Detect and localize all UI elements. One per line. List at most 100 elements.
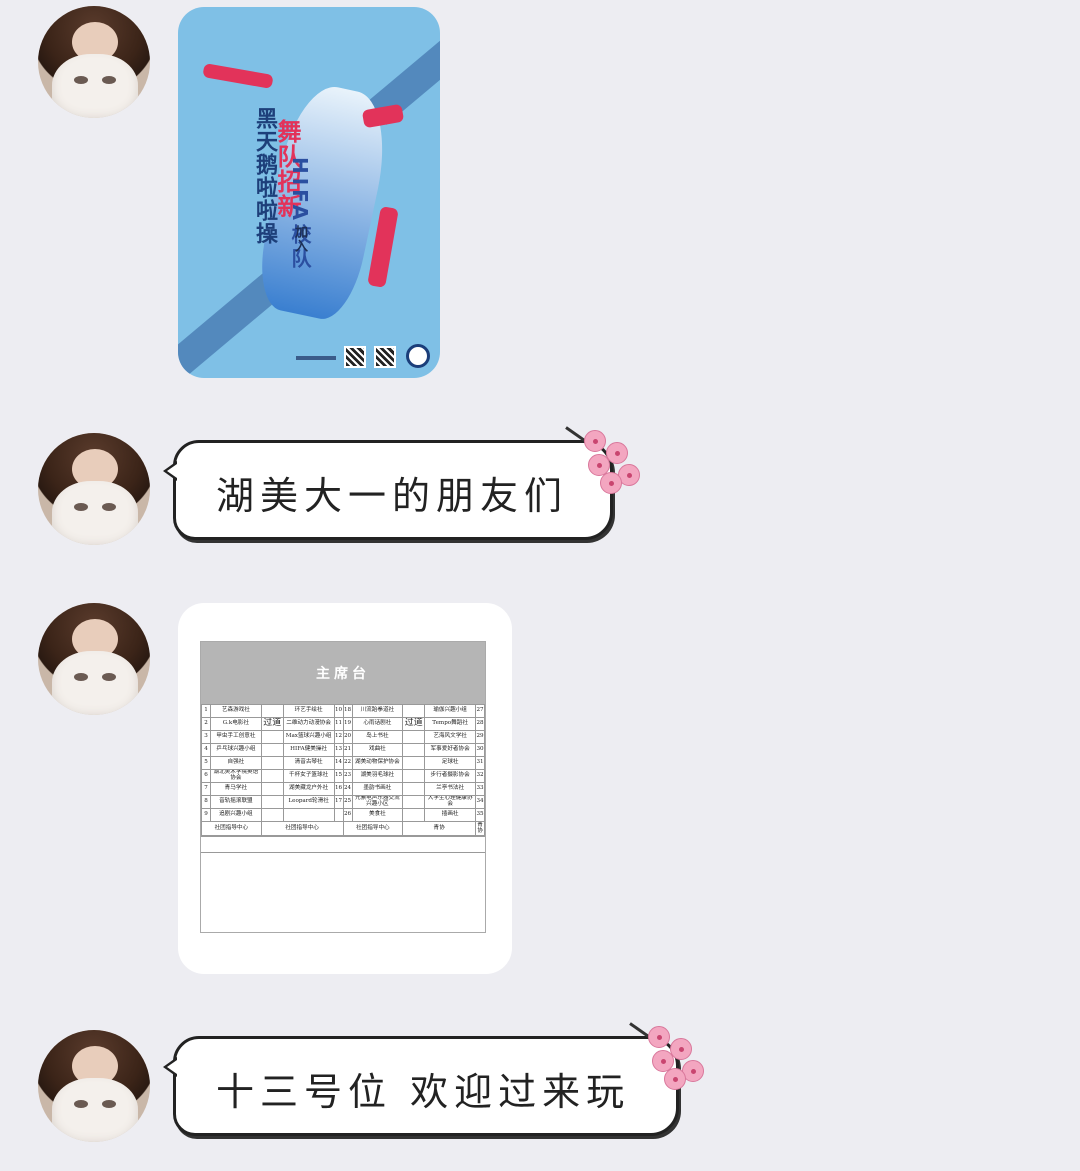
qr-code-icon bbox=[344, 346, 366, 368]
table-cell: 社团指导中心 bbox=[201, 821, 262, 836]
table-cell: 25 bbox=[342, 795, 353, 809]
table-row: 5 自强社 清音古琴社 14 22 湖美动物保护协会 足球社 31 bbox=[201, 756, 485, 770]
table-cell: 青马学社 bbox=[210, 782, 262, 796]
table-cell: Max篮球兴趣小组 bbox=[282, 730, 335, 744]
table-cell: 12 bbox=[333, 730, 344, 744]
table-cell: 26 bbox=[342, 808, 353, 822]
table-cell: 27 bbox=[475, 704, 485, 718]
table-cell: 青协 bbox=[402, 821, 476, 836]
table-cell: 湖美藏龙户外社 bbox=[282, 782, 335, 796]
table-cell: 3 bbox=[201, 730, 211, 744]
image-message-poster[interactable]: 黑天鹅啦啦操 舞队招新 HIFA校队 加入 bbox=[178, 7, 440, 378]
table-cell: 30 bbox=[475, 743, 485, 757]
aisle-cell bbox=[260, 795, 284, 809]
avatar[interactable] bbox=[38, 603, 150, 715]
table-row: 社团指导中心 社团指导中心 社团指导中心 青协 青协 bbox=[201, 821, 485, 836]
table-cell: 戏曲社 bbox=[351, 743, 404, 757]
table-cell: 音轨摇滚联盟 bbox=[210, 795, 262, 809]
table-cell: 32 bbox=[475, 769, 485, 783]
avatar[interactable] bbox=[38, 6, 150, 118]
table-cell: 1 bbox=[201, 704, 211, 718]
seating-chart: 主席台 1 艺森游戏社 环艺手绘社 10 18 川流跆拳道社 瑜伽兴趣小组 27 2 G.k电影社… bbox=[200, 641, 486, 933]
table-cell: 插画社 bbox=[424, 808, 476, 822]
table-cell: 自强社 bbox=[210, 756, 262, 770]
table-cell: 川流跆拳道社 bbox=[351, 704, 404, 718]
aisle-cell bbox=[402, 730, 426, 744]
table-cell: Leopard轮滑社 bbox=[282, 795, 335, 809]
table-cell: 20 bbox=[342, 730, 353, 744]
table-cell: 追剧兴趣小组 bbox=[210, 808, 262, 822]
table-cell: 8 bbox=[201, 795, 211, 809]
table-cell: 11 bbox=[333, 717, 344, 731]
aisle-cell bbox=[260, 743, 284, 757]
table-cell: 大学生心理健康协会 bbox=[424, 795, 476, 809]
aisle-cell bbox=[260, 756, 284, 770]
table-cell: 7 bbox=[201, 782, 211, 796]
table-cell: 二维动力动漫协会 bbox=[282, 717, 335, 731]
table-cell: 5 bbox=[201, 756, 211, 770]
aisle-cell bbox=[260, 769, 284, 783]
avatar[interactable] bbox=[38, 1030, 150, 1142]
table-cell: 24 bbox=[342, 782, 353, 796]
table-row: 1 艺森游戏社 环艺手绘社 10 18 川流跆拳道社 瑜伽兴趣小组 27 bbox=[201, 704, 485, 718]
table-cell: 青协 bbox=[475, 821, 485, 836]
avatar[interactable] bbox=[38, 433, 150, 545]
text-message-bubble[interactable]: 湖美大一的朋友们 bbox=[163, 440, 613, 540]
poster-text-4: 加入 bbox=[292, 225, 307, 253]
table-cell: 4 bbox=[201, 743, 211, 757]
message-text: 十三号位 欢迎过来玩 bbox=[216, 1070, 631, 1114]
table-cell: 瑜伽兴趣小组 bbox=[424, 704, 476, 718]
poster-footer bbox=[178, 338, 440, 378]
message-text: 湖美大一的朋友们 bbox=[216, 474, 569, 518]
table-cell: 步行者摄影协会 bbox=[424, 769, 476, 783]
table-cell: 35 bbox=[475, 808, 485, 822]
table-cell: 乒乓球兴趣小组 bbox=[210, 743, 262, 757]
table-cell: 甲虫手工创意社 bbox=[210, 730, 262, 744]
table-cell: 23 bbox=[342, 769, 353, 783]
table-cell: 元素电声乐器交流兴趣小区 bbox=[351, 795, 404, 809]
table-cell: 墨韵书画社 bbox=[351, 782, 404, 796]
aisle-cell bbox=[402, 704, 426, 718]
table-cell: 9 bbox=[201, 808, 211, 822]
aisle-cell bbox=[402, 756, 426, 770]
aisle-cell bbox=[402, 795, 426, 809]
table-row: 4 乒乓球兴趣小组 HIFA健美操社 13 21 戏曲社 军事爱好者协会 30 bbox=[201, 743, 485, 757]
cherry-blossom-icon bbox=[565, 424, 650, 494]
table-row: 2 G.k电影社 过道 二维动力动漫协会 11 19 心雨话剧社 过道 Tempo舞蹈社 28 bbox=[201, 717, 485, 731]
table-cell: 29 bbox=[475, 730, 485, 744]
aisle-cell bbox=[402, 808, 426, 822]
table-cell: 14 bbox=[333, 756, 344, 770]
table-cell: 33 bbox=[475, 782, 485, 796]
table-cell: 军事爱好者协会 bbox=[424, 743, 476, 757]
table-cell: 湖北美术学院英语协会 bbox=[210, 769, 262, 783]
table-cell: 16 bbox=[333, 782, 344, 796]
table-cell: G.k电影社 bbox=[210, 717, 262, 731]
image-message-seating-chart[interactable]: 主席台 1 艺森游戏社 环艺手绘社 10 18 川流跆拳道社 瑜伽兴趣小组 27 2 G.k电影社… bbox=[178, 603, 512, 974]
aisle-cell bbox=[402, 782, 426, 796]
seating-table: 1 艺森游戏社 环艺手绘社 10 18 川流跆拳道社 瑜伽兴趣小组 27 2 G.k电影社 过道 二维… bbox=[201, 704, 485, 836]
table-cell: 17 bbox=[333, 795, 344, 809]
table-cell: 10 bbox=[333, 704, 344, 718]
table-cell: 湖美动物保护协会 bbox=[351, 756, 404, 770]
poster-text-3: HIFA校队 bbox=[288, 157, 312, 273]
aisle-cell bbox=[260, 704, 284, 718]
table-row: 6 湖北美术学院英语协会 千杯女子篮球社 15 23 湖美羽毛球社 步行者摄影协会 32 bbox=[201, 769, 485, 783]
aisle-cell bbox=[402, 743, 426, 757]
table-cell: 美食社 bbox=[351, 808, 404, 822]
table-row: 9 追剧兴趣小组 26 美食社 插画社 35 bbox=[201, 808, 485, 822]
aisle-cell bbox=[260, 808, 284, 822]
table-cell: 清音古琴社 bbox=[282, 756, 335, 770]
table-cell: 湖美羽毛球社 bbox=[351, 769, 404, 783]
table-cell: 足球社 bbox=[424, 756, 476, 770]
aisle-cell: 过道 bbox=[260, 717, 284, 731]
table-cell: 岛上书社 bbox=[351, 730, 404, 744]
table-cell: 环艺手绘社 bbox=[282, 704, 335, 718]
table-row: 7 青马学社 湖美藏龙户外社 16 24 墨韵书画社 兰亭书法社 33 bbox=[201, 782, 485, 796]
table-cell: 13 bbox=[333, 743, 344, 757]
table-cell: 心雨话剧社 bbox=[351, 717, 404, 731]
table-cell: 19 bbox=[342, 717, 353, 731]
aisle-cell bbox=[402, 769, 426, 783]
table-cell: 艺海风文学社 bbox=[424, 730, 476, 744]
table-cell: 兰亭书法社 bbox=[424, 782, 476, 796]
text-message-bubble[interactable]: 十三号位 欢迎过来玩 bbox=[163, 1036, 679, 1136]
